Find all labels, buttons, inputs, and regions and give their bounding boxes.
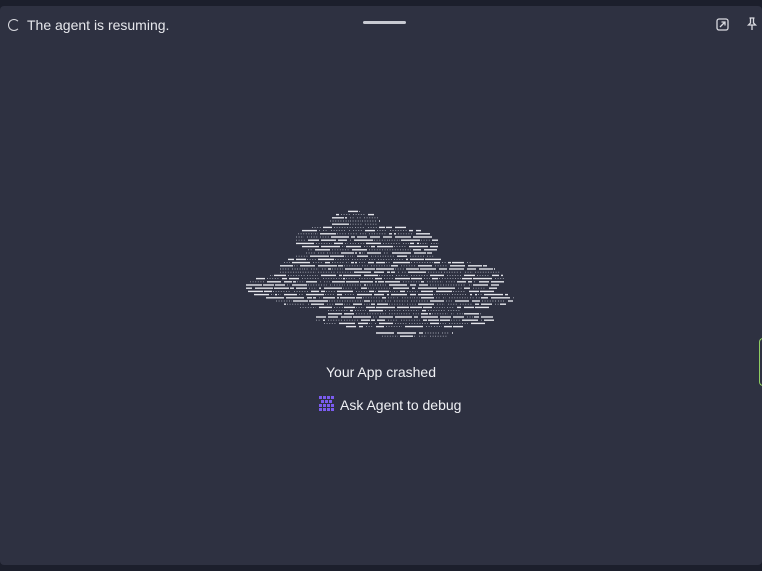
webview-toolbar: The agent is resuming. [0, 6, 762, 42]
webview-panel: The agent is resuming. Your App crashed [0, 6, 762, 565]
ask-agent-debug-button[interactable]: Ask Agent to debug [313, 393, 467, 417]
crash-message: Your App crashed [325, 364, 436, 380]
pin-icon[interactable] [745, 17, 759, 31]
crash-illustration [246, 210, 514, 337]
toolbar-actions [715, 17, 759, 31]
loading-spinner-icon [8, 19, 20, 31]
open-in-new-tab-icon[interactable] [715, 17, 729, 31]
agent-icon [319, 396, 334, 414]
ask-agent-debug-label: Ask Agent to debug [340, 397, 462, 413]
drag-handle[interactable] [363, 21, 406, 24]
agent-status: The agent is resuming. [8, 17, 169, 33]
agent-status-text: The agent is resuming. [27, 17, 170, 33]
